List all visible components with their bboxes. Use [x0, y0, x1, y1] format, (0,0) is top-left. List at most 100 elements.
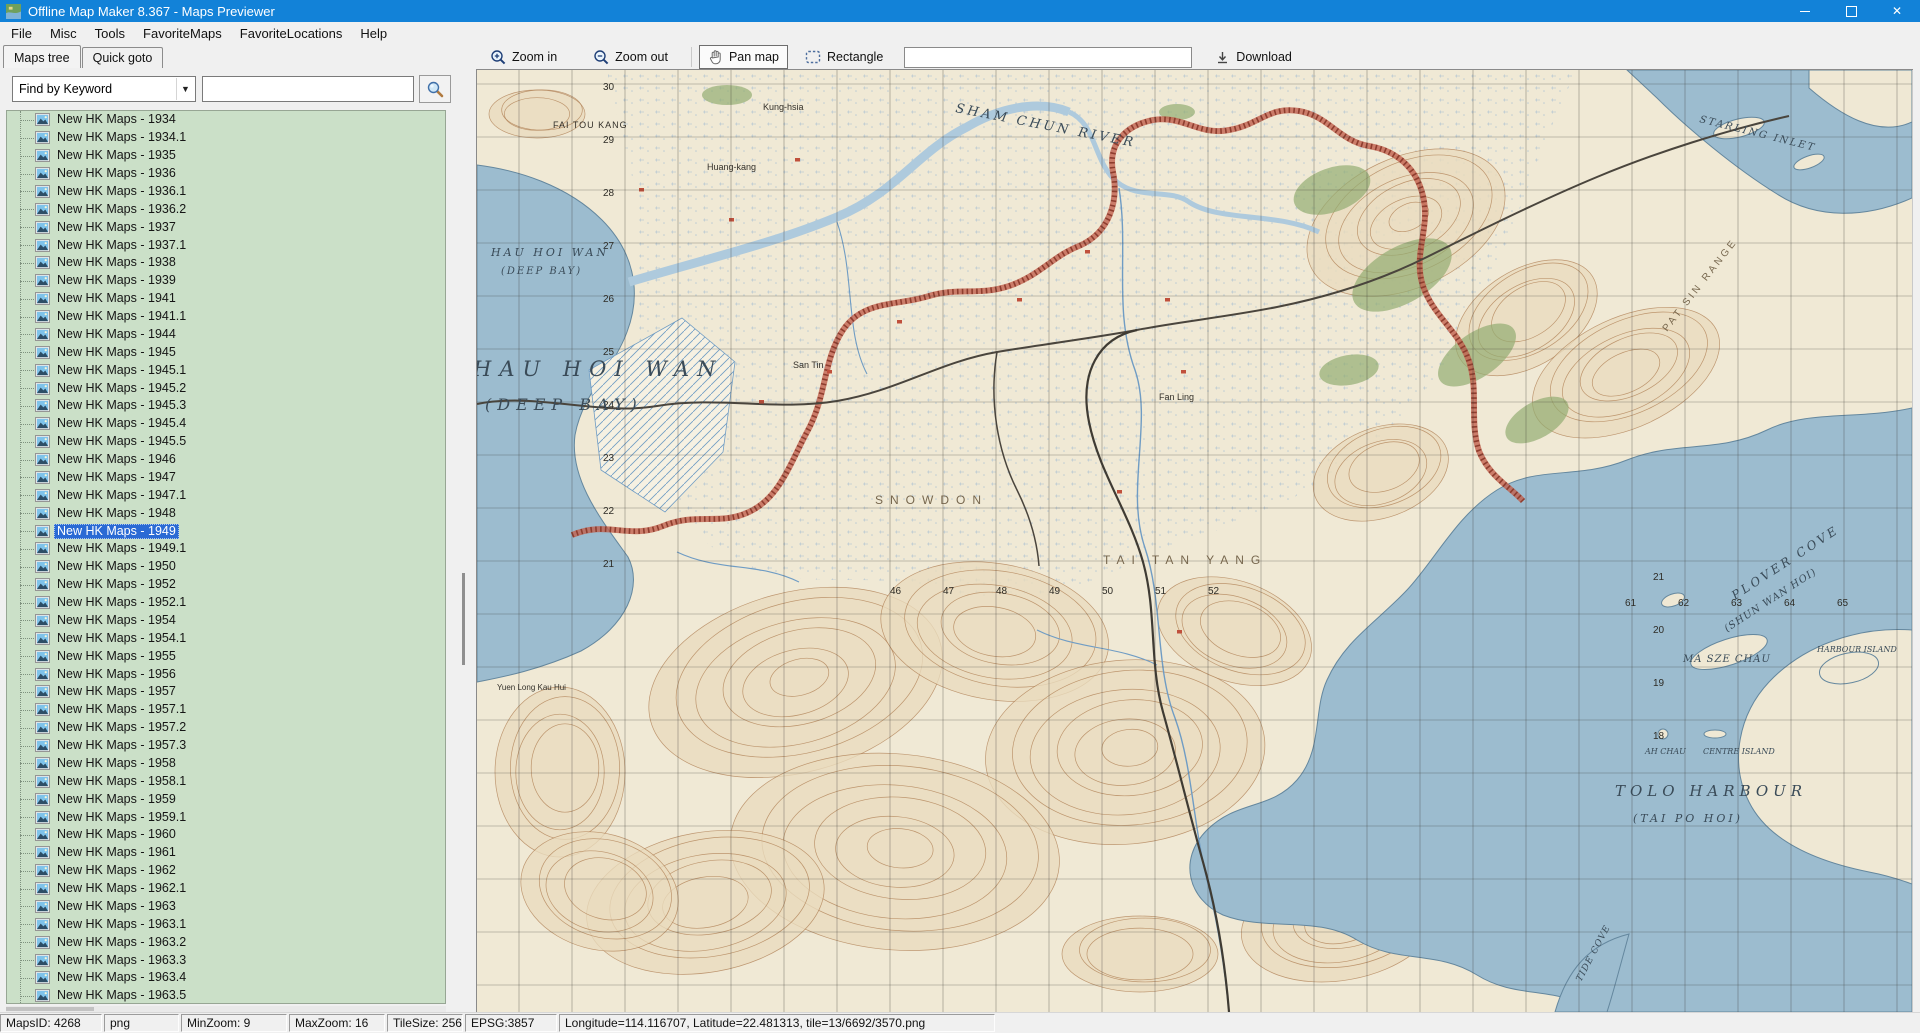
scrollbar-thumb[interactable]	[6, 1007, 94, 1011]
tree-item[interactable]: New HK Maps - 1962.1	[7, 880, 445, 898]
grid-number: 22	[603, 506, 615, 517]
tree-item[interactable]: New HK Maps - 1956	[7, 665, 445, 683]
menu-help[interactable]: Help	[351, 24, 396, 43]
tree-item[interactable]: New HK Maps - 1963	[7, 898, 445, 916]
tree-item[interactable]: New HK Maps - 1963.5	[7, 987, 445, 1004]
tree-item[interactable]: New HK Maps - 1945.2	[7, 379, 445, 397]
map-label: Yuen Long Kau Hui	[497, 683, 566, 692]
tree-item[interactable]: New HK Maps - 1954.1	[7, 629, 445, 647]
tree-item[interactable]: New HK Maps - 1958	[7, 755, 445, 773]
menu-file[interactable]: File	[2, 24, 41, 43]
tree-item[interactable]: New HK Maps - 1937.1	[7, 236, 445, 254]
tree-item[interactable]: New HK Maps - 1936.1	[7, 183, 445, 201]
grid-number: 48	[996, 586, 1008, 597]
tree-item[interactable]: New HK Maps - 1952	[7, 576, 445, 594]
tree-item[interactable]: New HK Maps - 1952.1	[7, 594, 445, 612]
find-mode-select[interactable]: Find by Keyword ▼	[12, 76, 196, 102]
map-image-icon	[35, 971, 50, 984]
download-button[interactable]: Download	[1206, 46, 1301, 69]
tree-item[interactable]: New HK Maps - 1941.1	[7, 308, 445, 326]
tree-item[interactable]: New HK Maps - 1944	[7, 326, 445, 344]
tree-item[interactable]: New HK Maps - 1945.3	[7, 397, 445, 415]
close-icon: ✕	[1892, 5, 1902, 17]
map-image-icon	[35, 668, 50, 681]
tree-item[interactable]: New HK Maps - 1963.4	[7, 969, 445, 987]
map-image-icon	[35, 507, 50, 520]
maximize-button[interactable]	[1828, 0, 1874, 22]
map-image-icon	[35, 632, 50, 645]
tree-item[interactable]: New HK Maps - 1936	[7, 165, 445, 183]
zoom-in-button[interactable]: Zoom in	[481, 45, 566, 69]
tree-item[interactable]: New HK Maps - 1938	[7, 254, 445, 272]
map-image-icon	[35, 167, 50, 180]
status-cell: MinZoom: 9	[181, 1014, 287, 1032]
map-image-icon	[35, 846, 50, 859]
tree-item[interactable]: New HK Maps - 1957	[7, 683, 445, 701]
tree-item[interactable]: New HK Maps - 1939	[7, 272, 445, 290]
tree-item[interactable]: New HK Maps - 1950	[7, 558, 445, 576]
tree-item[interactable]: New HK Maps - 1946	[7, 451, 445, 469]
tree-item[interactable]: New HK Maps - 1935	[7, 147, 445, 165]
tree-item[interactable]: New HK Maps - 1947.1	[7, 486, 445, 504]
toolbar-input[interactable]	[904, 47, 1192, 68]
map-image-icon	[35, 811, 50, 824]
map-image-icon	[35, 954, 50, 967]
tree-item[interactable]: New HK Maps - 1955	[7, 647, 445, 665]
chevron-down-icon: ▼	[176, 78, 194, 100]
menu-favoritelocations[interactable]: FavoriteLocations	[231, 24, 352, 43]
tree-item[interactable]: New HK Maps - 1945.1	[7, 361, 445, 379]
tree-item[interactable]: New HK Maps - 1957.2	[7, 719, 445, 737]
tree-vertical-scrollbar[interactable]	[452, 68, 476, 1012]
close-button[interactable]: ✕	[1874, 0, 1920, 22]
map-image-icon	[35, 757, 50, 770]
download-icon	[1215, 50, 1230, 65]
search-input[interactable]	[202, 76, 414, 102]
tree-item[interactable]: New HK Maps - 1963.2	[7, 933, 445, 951]
scrollbar-thumb[interactable]	[462, 573, 465, 665]
tree-item[interactable]: New HK Maps - 1957.1	[7, 701, 445, 719]
menu-tools[interactable]: Tools	[86, 24, 134, 43]
zoom-out-button[interactable]: Zoom out	[584, 45, 677, 69]
tree-item[interactable]: New HK Maps - 1954	[7, 612, 445, 630]
minimize-button[interactable]	[1782, 0, 1828, 22]
rectangle-label: Rectangle	[827, 50, 883, 64]
tree-item[interactable]: New HK Maps - 1948	[7, 504, 445, 522]
tree-item[interactable]: New HK Maps - 1945	[7, 343, 445, 361]
grid-number: 61	[1625, 598, 1637, 609]
rectangle-button[interactable]: Rectangle	[796, 46, 892, 68]
tree-item[interactable]: New HK Maps - 1959	[7, 790, 445, 808]
tree-item[interactable]: New HK Maps - 1963.1	[7, 915, 445, 933]
app-icon	[6, 4, 21, 19]
tree-item[interactable]: New HK Maps - 1949	[7, 522, 445, 540]
map-image-icon	[35, 399, 50, 412]
tree-item[interactable]: New HK Maps - 1961	[7, 844, 445, 862]
tree-item[interactable]: New HK Maps - 1941	[7, 290, 445, 308]
status-cell: EPSG:3857	[465, 1014, 557, 1032]
tree-item[interactable]: New HK Maps - 1934.1	[7, 129, 445, 147]
tree-item[interactable]: New HK Maps - 1963.3	[7, 951, 445, 969]
tab-quick-goto[interactable]: Quick goto	[82, 47, 164, 68]
tree-item[interactable]: New HK Maps - 1957.3	[7, 737, 445, 755]
pan-map-button[interactable]: Pan map	[699, 45, 788, 69]
tree-item[interactable]: New HK Maps - 1947	[7, 469, 445, 487]
grid-number: 51	[1155, 586, 1167, 597]
menu-favoritemaps[interactable]: FavoriteMaps	[134, 24, 231, 43]
tree-item[interactable]: New HK Maps - 1945.5	[7, 433, 445, 451]
map-image-icon	[35, 793, 50, 806]
map-vertical-scrollbar[interactable]	[1912, 70, 1920, 1012]
tree-item[interactable]: New HK Maps - 1960	[7, 826, 445, 844]
map-image-icon	[35, 918, 50, 931]
tree-item[interactable]: New HK Maps - 1934	[7, 111, 445, 129]
topographic-map: 3029282726252423222146474849505152616263…	[477, 70, 1912, 1012]
tree-item[interactable]: New HK Maps - 1958.1	[7, 772, 445, 790]
tree-item[interactable]: New HK Maps - 1937	[7, 218, 445, 236]
tree-item[interactable]: New HK Maps - 1962	[7, 862, 445, 880]
tree-item[interactable]: New HK Maps - 1949.1	[7, 540, 445, 558]
menu-misc[interactable]: Misc	[41, 24, 86, 43]
search-button[interactable]	[419, 75, 451, 103]
tree-item[interactable]: New HK Maps - 1936.2	[7, 200, 445, 218]
tree-item[interactable]: New HK Maps - 1945.4	[7, 415, 445, 433]
map-viewport[interactable]: 3029282726252423222146474849505152616263…	[476, 69, 1913, 1013]
tree-item[interactable]: New HK Maps - 1959.1	[7, 808, 445, 826]
tab-maps-tree[interactable]: Maps tree	[3, 45, 81, 68]
